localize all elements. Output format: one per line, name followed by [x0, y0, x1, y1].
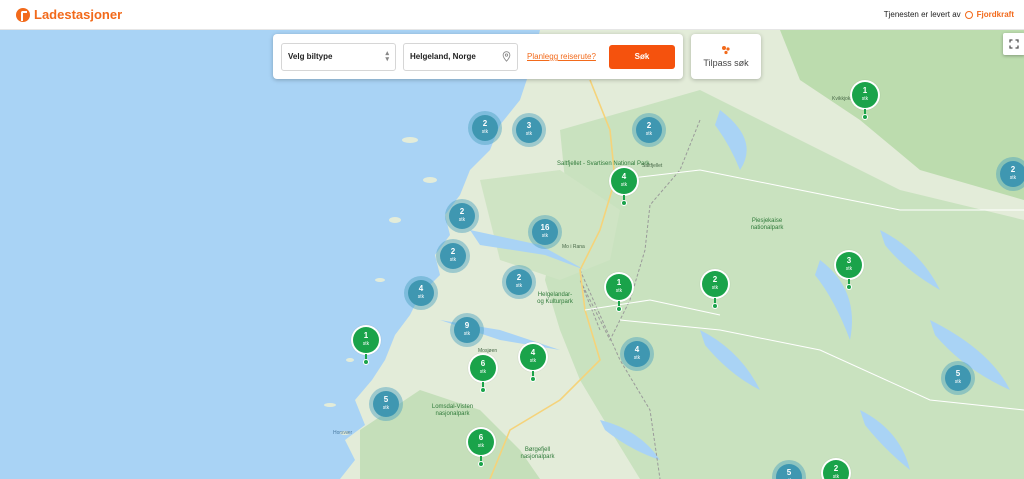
provider-name[interactable]: Fjordkraft [977, 10, 1014, 19]
cluster-marker[interactable]: 16 stk [528, 215, 562, 249]
app-name: Ladestasjoner [34, 7, 123, 22]
cluster-marker[interactable]: 2 stk [445, 199, 479, 233]
cluster-marker[interactable]: 4 stk [404, 276, 438, 310]
station-marker[interactable]: 2 stk [821, 458, 851, 479]
provider-text: Tjenesten er levert av [883, 10, 961, 19]
station-marker[interactable]: 4 stk [518, 342, 548, 382]
park-label-borgefjell: Børgefjell nasjonalpark [520, 447, 555, 460]
filter-dots-icon [722, 46, 730, 55]
cluster-marker[interactable]: 2 stk [436, 239, 470, 273]
cluster-marker[interactable]: 9 stk [450, 313, 484, 347]
filter-panel[interactable]: Tilpass søk [691, 34, 761, 79]
cluster-marker[interactable]: 2 stk [632, 113, 666, 147]
filter-label: Tilpass søk [703, 58, 749, 68]
station-marker[interactable]: 1 stk [351, 325, 381, 365]
provider-credit: Tjenesten er levert av Fjordkraft [884, 10, 1014, 19]
app-root: Ladestasjoner Tjenesten er levert av Fjo… [0, 0, 1024, 479]
location-value: Helgeland, Norge [410, 52, 476, 61]
place-label-horsvaer: Horsvær [333, 430, 353, 436]
header: Ladestasjoner Tjenesten er levert av Fjo… [0, 0, 1024, 30]
station-marker[interactable]: 6 stk [466, 427, 496, 467]
station-marker[interactable]: 1 stk [850, 80, 880, 120]
station-marker[interactable]: 6 stk [468, 353, 498, 393]
fullscreen-icon [1009, 39, 1019, 49]
vehicle-type-value: Velg biltype [288, 52, 333, 61]
cluster-marker[interactable]: 5stk [369, 387, 403, 421]
cluster-marker[interactable]: 3 stk [512, 113, 546, 147]
station-marker[interactable]: 4 stk [609, 166, 639, 206]
station-marker[interactable]: 2 stk [700, 269, 730, 309]
plan-route-link[interactable]: Planlegg reiserute? [527, 52, 596, 61]
location-input[interactable]: Helgeland, Norge [403, 42, 518, 71]
search-button[interactable]: Søk [609, 44, 675, 69]
cluster-marker[interactable]: 2 stk [502, 265, 536, 299]
brand[interactable]: Ladestasjoner [16, 7, 122, 22]
place-label-mo-i-rana: Mo i Rana [562, 244, 585, 250]
lightning-logo-icon [16, 7, 30, 22]
vehicle-type-select[interactable]: Velg biltype ▴ ▾ [281, 42, 396, 71]
station-marker[interactable]: 3 stk [834, 250, 864, 290]
cluster-marker[interactable]: 2 stk [468, 111, 502, 145]
cluster-marker[interactable]: 4 stk [620, 337, 654, 371]
select-arrows-icon: ▴ ▾ [385, 49, 389, 63]
park-label-lomsdal-visten: Lomsdal-Visten nasjonalpark [431, 404, 474, 417]
place-label-saltfjellet: Saltfjellet [642, 163, 663, 169]
cluster-marker[interactable]: 5stk [941, 361, 975, 395]
park-label-helgeland: Helgelandar- og Kulturpark [537, 292, 573, 305]
fjordkraft-logo-icon [964, 10, 973, 19]
map[interactable]: Saltfjellet - Svartisen National Park Sa… [0, 30, 1024, 479]
search-panel: Velg biltype ▴ ▾ Helgeland, Norge Planleg… [273, 34, 683, 79]
station-marker[interactable]: 1 stk [604, 272, 634, 312]
cluster-marker[interactable]: 2 stk [996, 157, 1024, 191]
park-label-piesjekaise: Piesjekaise nationalpark [750, 218, 784, 231]
fullscreen-button[interactable] [1003, 33, 1024, 55]
location-pin-icon[interactable] [502, 51, 511, 62]
